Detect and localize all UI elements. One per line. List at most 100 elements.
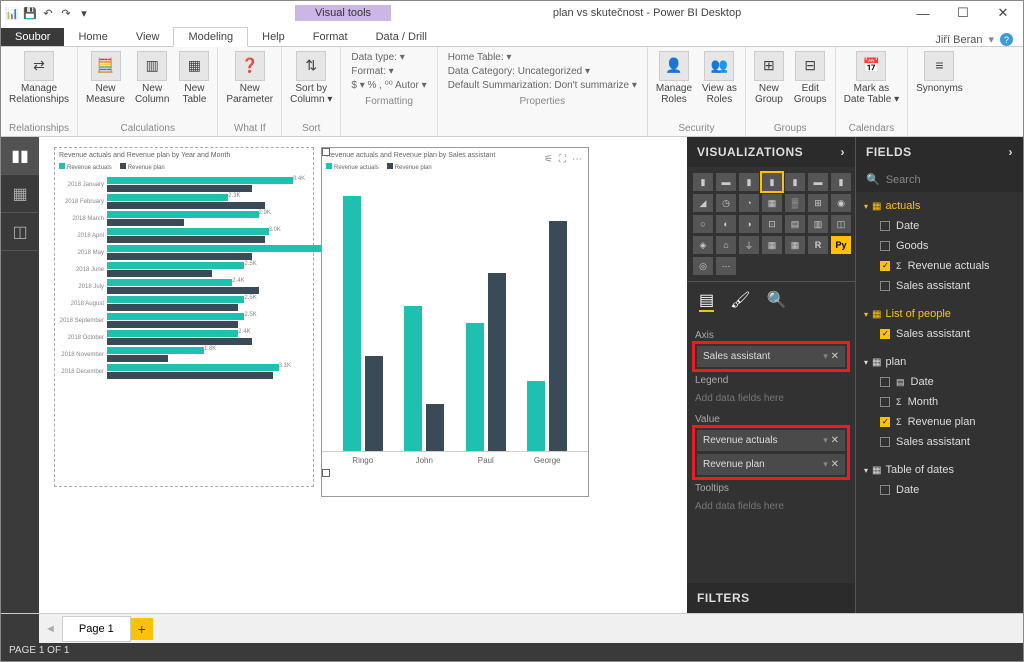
viz-type-icon[interactable]: ⌂ bbox=[716, 236, 736, 254]
close-button[interactable]: ✕ bbox=[983, 1, 1023, 25]
manage-roles-button[interactable]: 👤Manage Roles bbox=[652, 49, 696, 121]
tab-view[interactable]: View bbox=[122, 28, 174, 46]
sort-by-column-button[interactable]: ⇅Sort by Column ▾ bbox=[286, 49, 336, 121]
viz-type-icon[interactable]: ⊡ bbox=[762, 215, 782, 233]
tab-help[interactable]: Help bbox=[248, 28, 299, 46]
mark-as-date-table-button[interactable]: 📅Mark as Date Table ▾ bbox=[840, 49, 903, 121]
field-row[interactable]: ▤ Date bbox=[862, 372, 1017, 392]
viz-type-icon[interactable]: ▥ bbox=[808, 215, 828, 233]
viz-type-icon[interactable]: ◑ bbox=[739, 215, 759, 233]
field-row[interactable]: Σ Revenue actuals bbox=[862, 256, 1017, 276]
field-row[interactable]: Σ Month bbox=[862, 392, 1017, 412]
viz-type-icon[interactable]: ◐ bbox=[716, 215, 736, 233]
manage-relationships-button[interactable]: ⇄Manage Relationships bbox=[5, 49, 73, 121]
viz-type-icon[interactable]: ▮ bbox=[785, 173, 805, 191]
report-canvas[interactable]: Revenue actuals and Revenue plan by Year… bbox=[39, 137, 687, 613]
table-header[interactable]: ▾ ▦ plan bbox=[862, 352, 1017, 372]
viz-type-icon[interactable]: ▦ bbox=[762, 194, 782, 212]
qat-dropdown-icon[interactable]: ▾ bbox=[77, 6, 91, 20]
fields-search[interactable]: 🔍 Search bbox=[856, 167, 1023, 192]
maximize-button[interactable]: ☐ bbox=[943, 1, 983, 25]
undo-icon[interactable]: ↶ bbox=[41, 6, 55, 20]
page-tab[interactable]: Page 1 bbox=[62, 616, 131, 642]
field-row[interactable]: Sales assistant bbox=[862, 324, 1017, 344]
viz-type-icon[interactable]: ◎ bbox=[693, 257, 713, 275]
viz-type-icon[interactable]: ▮ bbox=[739, 173, 759, 191]
add-page-button[interactable]: + bbox=[131, 618, 153, 640]
value-field-1[interactable]: Revenue actuals▾ ✕ bbox=[697, 430, 845, 451]
filter-icon[interactable]: ⚟ bbox=[544, 154, 553, 165]
field-row[interactable]: Sales assistant bbox=[862, 432, 1017, 452]
panel-header[interactable]: FIELDS› bbox=[856, 137, 1023, 167]
data-category-dropdown[interactable]: Data Category: Uncategorized ▾ bbox=[448, 66, 637, 77]
field-row[interactable]: Σ Revenue plan bbox=[862, 412, 1017, 432]
collapse-icon[interactable]: › bbox=[1009, 145, 1014, 159]
viz-type-icon[interactable]: ◔ bbox=[739, 194, 759, 212]
new-measure-button[interactable]: 🧮New Measure bbox=[82, 49, 129, 121]
table-header[interactable]: ▾ ▦ List of people bbox=[862, 304, 1017, 324]
collapse-icon[interactable]: › bbox=[841, 145, 846, 159]
viz-type-icon[interactable]: ◷ bbox=[716, 194, 736, 212]
minimize-button[interactable]: — bbox=[903, 1, 943, 25]
table-header[interactable]: ▾ ▦ Table of dates bbox=[862, 460, 1017, 480]
report-view-icon[interactable]: ▮▮ bbox=[1, 137, 39, 175]
synonyms-button[interactable]: ≡Synonyms bbox=[912, 49, 967, 132]
model-view-icon[interactable]: ◫ bbox=[1, 213, 39, 251]
viz-type-icon[interactable]: ▒ bbox=[785, 194, 805, 212]
field-row[interactable]: Date bbox=[862, 480, 1017, 500]
tab-data-drill[interactable]: Data / Drill bbox=[362, 28, 441, 46]
viz-type-icon[interactable]: Py bbox=[831, 236, 851, 254]
tab-modeling[interactable]: Modeling bbox=[173, 27, 248, 47]
viz-type-icon[interactable]: ▦ bbox=[762, 236, 782, 254]
viz-type-icon[interactable]: ◉ bbox=[831, 194, 851, 212]
axis-field[interactable]: Sales assistant▾ ✕ bbox=[697, 346, 845, 367]
edit-groups-button[interactable]: ⊟Edit Groups bbox=[790, 49, 831, 121]
save-icon[interactable]: 💾 bbox=[23, 6, 37, 20]
default-summarization-dropdown[interactable]: Default Summarization: Don't summarize ▾ bbox=[448, 80, 637, 91]
data-view-icon[interactable]: ▦ bbox=[1, 175, 39, 213]
help-icon[interactable]: ? bbox=[1000, 33, 1013, 46]
page-nav-left[interactable]: ◄ bbox=[39, 623, 62, 635]
viz-type-icon[interactable]: ◢ bbox=[693, 194, 713, 212]
redo-icon[interactable]: ↷ bbox=[59, 6, 73, 20]
format-tab-icon[interactable]: 🖌 bbox=[730, 290, 750, 312]
table-header[interactable]: ▾ ▦ actuals bbox=[862, 196, 1017, 216]
tooltips-placeholder[interactable]: Add data fields here bbox=[695, 497, 847, 516]
value-field-2[interactable]: Revenue plan▾ ✕ bbox=[697, 454, 845, 475]
fields-tab-icon[interactable]: ▤ bbox=[699, 290, 714, 312]
viz-type-icon[interactable]: ▮ bbox=[762, 173, 782, 191]
field-row[interactable]: Date bbox=[862, 216, 1017, 236]
viz-type-icon[interactable]: ▬ bbox=[808, 173, 828, 191]
focus-mode-icon[interactable]: ⛶ bbox=[559, 154, 566, 165]
field-row[interactable]: Sales assistant bbox=[862, 276, 1017, 296]
viz-type-icon[interactable]: ▦ bbox=[785, 236, 805, 254]
legend-placeholder[interactable]: Add data fields here bbox=[695, 389, 847, 408]
new-column-button[interactable]: ▥New Column bbox=[131, 49, 173, 121]
chart-by-month[interactable]: Revenue actuals and Revenue plan by Year… bbox=[54, 147, 314, 487]
viz-type-icon[interactable]: ▮ bbox=[831, 173, 851, 191]
viz-type-icon[interactable]: ⏚ bbox=[739, 236, 759, 254]
data-type-dropdown[interactable]: Data type: ▾ bbox=[351, 52, 426, 63]
home-table-dropdown[interactable]: Home Table: ▾ bbox=[448, 52, 637, 63]
format-buttons-row[interactable]: $ ▾ % , ⁰⁰ Autor ▾ bbox=[351, 80, 426, 91]
viz-type-icon[interactable]: ○ bbox=[693, 215, 713, 233]
viz-type-icon[interactable]: ▮ bbox=[693, 173, 713, 191]
user-name[interactable]: Jiří Beran bbox=[935, 34, 982, 46]
analytics-tab-icon[interactable]: 🔍 bbox=[766, 290, 786, 312]
more-options-icon[interactable]: ⋯ bbox=[572, 154, 582, 165]
viz-type-icon[interactable]: ▬ bbox=[716, 173, 736, 191]
viz-type-icon[interactable]: ⊞ bbox=[808, 194, 828, 212]
new-table-button[interactable]: ▦New Table bbox=[175, 49, 213, 121]
viz-type-icon[interactable]: ⋯ bbox=[716, 257, 736, 275]
format-dropdown[interactable]: Format: ▾ bbox=[351, 66, 426, 77]
tab-format[interactable]: Format bbox=[299, 28, 362, 46]
tab-file[interactable]: Soubor bbox=[1, 28, 64, 46]
viz-type-icon[interactable]: ◈ bbox=[693, 236, 713, 254]
filters-header[interactable]: FILTERS bbox=[687, 583, 855, 613]
new-group-button[interactable]: ⊞New Group bbox=[750, 49, 788, 121]
chart-by-sales-assistant[interactable]: Revenue actuals and Revenue plan by Sale… bbox=[321, 147, 589, 497]
panel-header[interactable]: VISUALIZATIONS› bbox=[687, 137, 855, 167]
viz-type-icon[interactable]: ◫ bbox=[831, 215, 851, 233]
field-row[interactable]: Goods bbox=[862, 236, 1017, 256]
viz-type-icon[interactable]: ▤ bbox=[785, 215, 805, 233]
